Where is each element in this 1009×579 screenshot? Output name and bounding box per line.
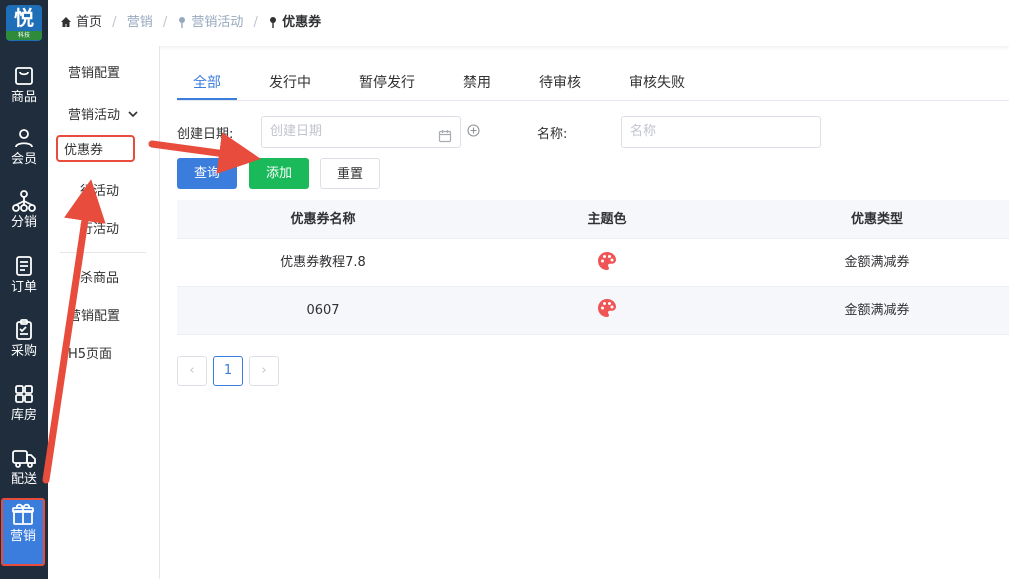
nav-item-delivery[interactable]: 配送 [0,444,48,506]
top-header: 首页 / 营销 / 营销活动 / 优惠券 [48,0,1009,46]
column-header-name: 优惠券名称 [290,212,356,227]
nav-item-label: 采购 [10,344,37,359]
column-header-color: 主题色 [587,212,627,227]
date-placeholder: 创建日期 [270,124,323,139]
user-icon [15,129,33,148]
add-circle-icon[interactable] [467,124,480,141]
nav-item-marketing[interactable]: 营销 [1,498,45,566]
breadcrumb-activity[interactable]: 营销活动 [191,15,243,30]
reset-button[interactable]: 重置 [320,158,380,189]
sub-menu: 营销配置 营销活动 优惠券 行活动 行活动 杀商品 营销配置 H5页面 [48,46,160,579]
table-row[interactable]: 0607 金额满减券 [177,287,1009,335]
date-label: 创建日期: [177,127,234,142]
nav-item-label: 商品 [10,90,37,105]
submenu-item-c[interactable]: 杀商品 [80,267,119,286]
nav-item-warehouse[interactable]: 库房 [0,380,48,442]
tab-all[interactable]: 全部 [193,72,221,92]
tab-disabled[interactable]: 禁用 [463,72,491,92]
submenu-item-d[interactable]: 营销配置 [68,305,120,324]
logo-glyph: 悦 [14,6,34,30]
main-nav: 悦 科技 商品 会员 分销 订单 采购 库房 配送 营销 [0,0,48,579]
nav-item-label: 营销 [9,529,36,544]
submenu-coupon[interactable]: 优惠券 [56,135,135,162]
table-row[interactable]: 优惠券教程7.8 金额满减券 [177,239,1009,287]
nav-item-purchase[interactable]: 采购 [0,316,48,378]
tab-pending[interactable]: 待审核 [539,72,581,92]
tab-active-indicator [177,98,237,100]
chevron-down-icon [128,107,138,122]
nav-item-product[interactable]: 商品 [0,62,48,124]
gift-icon [12,503,34,525]
status-tabs: 全部 发行中 暂停发行 禁用 待审核 审核失败 [177,64,1009,101]
palette-icon [469,251,745,275]
date-picker[interactable]: 创建日期 [261,116,461,148]
add-button[interactable]: 添加 [249,158,309,189]
breadcrumb: 首页 / 营销 / 营销活动 / 优惠券 [60,14,321,34]
logo-caption: 科技 [6,31,42,40]
next-page-button[interactable]: › [249,356,279,386]
palette-icon [469,298,745,322]
calendar-icon [438,125,452,155]
breadcrumb-separator: / [253,15,258,30]
coupon-name-cell: 优惠券教程7.8 [280,255,366,270]
coupon-type-cell: 金额满减券 [844,255,910,270]
clipboard-icon [16,319,32,340]
nav-item-order[interactable]: 订单 [0,252,48,314]
submenu-label: 营销活动 [68,108,121,123]
arrow-to-add [148,132,261,174]
nav-item-label: 配送 [10,472,37,487]
page-number-button[interactable]: 1 [213,356,243,386]
grid-icon [15,385,33,403]
submenu-marketing-config[interactable]: 营销配置 [68,62,120,81]
coupon-name-cell: 0607 [306,303,340,318]
document-icon [16,256,32,276]
column-header-type: 优惠类型 [850,212,903,227]
nav-item-label: 分销 [10,215,37,230]
submenu-item-b[interactable]: 行活动 [80,218,119,237]
breadcrumb-separator: / [162,15,168,30]
pin-icon [177,16,187,34]
nav-item-label: 订单 [10,280,37,295]
submenu-marketing-activity[interactable]: 营销活动 [68,104,138,123]
pin-icon [268,16,278,34]
tab-issuing[interactable]: 发行中 [269,72,311,92]
name-label: 名称: [537,127,568,142]
prev-page-button[interactable]: ‹ [177,356,207,386]
submenu-item-a[interactable]: 行活动 [80,180,119,199]
tab-rejected[interactable]: 审核失败 [629,72,685,92]
truck-icon [12,450,36,468]
app-logo[interactable]: 悦 科技 [6,5,42,41]
nav-item-member[interactable]: 会员 [0,124,48,186]
coupon-type-cell: 金额满减券 [844,303,910,318]
network-icon [12,190,36,212]
nav-item-distribution[interactable]: 分销 [0,187,48,249]
breadcrumb-home[interactable]: 首页 [76,15,102,30]
query-button[interactable]: 查询 [177,158,237,189]
bag-icon [15,67,33,85]
breadcrumb-marketing[interactable]: 营销 [127,15,153,30]
breadcrumb-current: 优惠券 [282,15,322,30]
nav-item-label: 会员 [10,152,37,167]
submenu-divider [60,252,146,253]
nav-item-label: 库房 [10,408,37,423]
submenu-item-e[interactable]: H5页面 [68,343,112,362]
tab-paused[interactable]: 暂停发行 [359,72,415,92]
breadcrumb-separator: / [112,15,117,30]
table-header-row: 优惠券名称 主题色 优惠类型 [177,200,1009,239]
home-icon [60,16,72,34]
name-placeholder: 名称 [630,124,657,139]
name-input[interactable]: 名称 [621,116,821,148]
